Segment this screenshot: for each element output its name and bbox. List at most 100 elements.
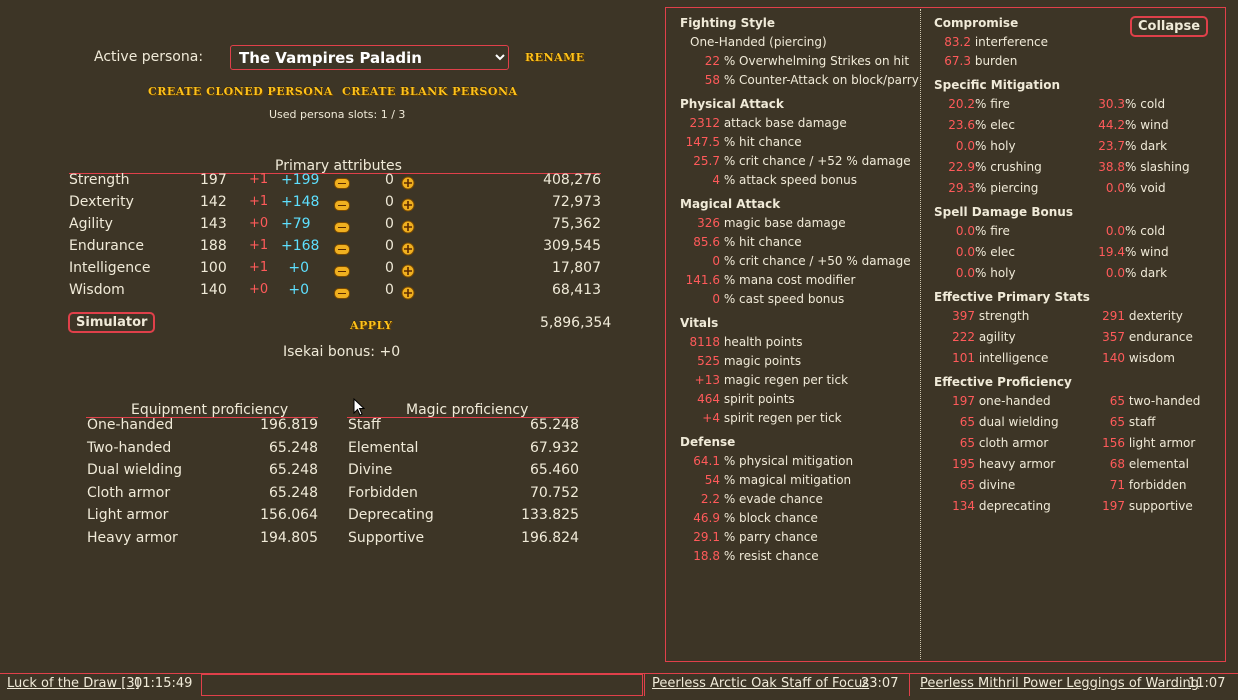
effect-item[interactable]: Luck of the Draw [3] — [7, 676, 140, 691]
persona-label: Active persona: — [94, 49, 204, 65]
attribute-experience: 309,545 — [543, 238, 601, 254]
defense-stat: 46.9 % block chance — [693, 511, 818, 525]
magical-attack-stat: 141.6 % mana cost modifier — [685, 273, 856, 287]
effective-proficiency-stat: 68 elemental — [1109, 457, 1189, 471]
magic-proficiency-row: Elemental 67.932 — [347, 440, 579, 460]
specific-mitigation-heading: Specific Mitigation — [934, 78, 1061, 92]
specific-mitigation-stat: 23.6% elec — [948, 118, 1015, 132]
proficiency-value: 67.932 — [530, 439, 579, 456]
physical-attack-stat: 147.5 % hit chance — [685, 135, 802, 149]
specific-mitigation-stat: 0.0% holy — [955, 139, 1016, 153]
magical-attack-stat: 85.6 % hit chance — [693, 235, 802, 249]
proficiency-name: Two-handed — [87, 439, 172, 456]
proficiency-value: 196.824 — [521, 529, 579, 546]
specific-mitigation-stat: 22.9% crushing — [948, 160, 1042, 174]
increase-attribute-button[interactable] — [401, 242, 415, 256]
spell-damage-bonus-stat: 0.0% cold — [1105, 224, 1166, 238]
persona-select[interactable]: The Vampires Paladin — [230, 45, 509, 70]
create-cloned-persona-button[interactable]: CREATE CLONED PERSONA — [148, 85, 333, 98]
effective-proficiency-stat: 195 heavy armor — [952, 457, 1056, 471]
effective-proficiency-stat: 65 divine — [959, 478, 1016, 492]
attribute-bonus: +0 — [288, 282, 309, 298]
physical-attack-stat: 25.7 % crit chance / +52 % damage — [693, 154, 911, 168]
specific-mitigation-stat: 23.7% dark — [1098, 139, 1168, 153]
magical-attack-stat: 0 % cast speed bonus — [712, 292, 845, 306]
attribute-allocation: 0 — [385, 260, 394, 276]
effective-primary-stats-stat: 222 agility — [952, 330, 1016, 344]
proficiency-value: 133.825 — [521, 507, 579, 523]
effective-proficiency-stat: 197 one-handed — [952, 394, 1051, 408]
attribute-allocation: 0 — [385, 216, 394, 232]
magic-proficiency-row: Supportive 196.824 — [347, 530, 579, 550]
proficiency-name: One-handed — [87, 417, 174, 433]
proficiency-value: 65.248 — [530, 417, 579, 433]
defense-heading: Defense — [680, 435, 736, 449]
magical-attack-stat: 326 magic base damage — [697, 216, 846, 230]
proficiency-name: Forbidden — [348, 484, 418, 501]
effective-primary-stats-stat: 101 intelligence — [952, 351, 1049, 365]
attribute-allocation: 0 — [385, 282, 394, 298]
decrease-attribute-button[interactable] — [334, 222, 350, 233]
fighting-style-value: One-Handed (piercing) — [690, 35, 827, 49]
collapse-button[interactable]: Collapse — [1130, 16, 1209, 37]
proficiency-name: Deprecating — [348, 507, 434, 523]
attribute-allocation: 0 — [385, 238, 394, 254]
decrease-attribute-button[interactable] — [334, 288, 350, 299]
attribute-bonus: +0 — [288, 260, 309, 276]
create-blank-persona-button[interactable]: CREATE BLANK PERSONA — [342, 85, 518, 98]
increase-attribute-button[interactable] — [401, 286, 415, 300]
attribute-row-0: Strength 197 +1 +199 0 408,276 — [69, 172, 609, 192]
attribute-mod: +1 — [249, 260, 269, 275]
decrease-attribute-button[interactable] — [334, 244, 350, 255]
isekai-bonus: Isekai bonus: +0 — [283, 344, 401, 360]
effective-proficiency-stat: 65 staff — [1109, 415, 1156, 429]
proficiency-value: 70.752 — [530, 484, 579, 501]
rename-button[interactable]: RENAME — [525, 51, 585, 64]
effective-proficiency-stat: 65 two-handed — [1109, 394, 1201, 408]
equipped-item-1-timer: 23:07 — [861, 676, 899, 691]
attribute-allocation: 0 — [385, 172, 394, 188]
attribute-base: 100 — [200, 260, 227, 276]
increase-attribute-button[interactable] — [401, 198, 415, 212]
attribute-bonus: +79 — [281, 216, 311, 232]
equipment-proficiency-row: Cloth armor 65.248 — [86, 485, 318, 505]
attribute-mod: +1 — [249, 238, 269, 253]
simulator-button[interactable]: Simulator — [68, 312, 156, 333]
proficiency-name: Staff — [348, 417, 381, 433]
attribute-name: Dexterity — [69, 194, 134, 210]
attribute-mod: +1 — [249, 172, 269, 187]
stats-panel-divider — [920, 9, 921, 659]
attribute-row-3: Endurance 188 +1 +168 0 309,545 — [69, 238, 609, 258]
physical-attack-stat: 4 % attack speed bonus — [712, 173, 858, 187]
effective-primary-stats-stat: 357 endurance — [1102, 330, 1193, 344]
effective-primary-stats-heading: Effective Primary Stats — [934, 290, 1090, 304]
decrease-attribute-button[interactable] — [334, 200, 350, 211]
persona-slots: Used persona slots: 1 / 3 — [269, 108, 406, 121]
fighting-style-stat: 58 % Counter-Attack on block/parry — [704, 73, 919, 87]
increase-attribute-button[interactable] — [401, 264, 415, 278]
attribute-base: 143 — [200, 216, 227, 232]
proficiency-value: 65.248 — [269, 439, 318, 456]
vitals-heading: Vitals — [680, 316, 719, 330]
equipment-proficiency-row: Heavy armor 194.805 — [86, 530, 318, 550]
effective-proficiency-stat: 134 deprecating — [952, 499, 1051, 513]
decrease-attribute-button[interactable] — [334, 266, 350, 277]
effective-proficiency-heading: Effective Proficiency — [934, 375, 1072, 389]
specific-mitigation-stat: 38.8% slashing — [1098, 160, 1190, 174]
compromise-stat: 67.3 burden — [944, 54, 1018, 68]
vitals-stat: 525 magic points — [697, 354, 802, 368]
attribute-allocation: 0 — [385, 194, 394, 210]
vitals-stat: 464 spirit points — [697, 392, 795, 406]
attribute-experience: 75,362 — [552, 216, 601, 232]
specific-mitigation-stat: 0.0% void — [1105, 181, 1166, 195]
equipment-proficiency-row: Light armor 156.064 — [86, 507, 318, 527]
attribute-base: 197 — [200, 172, 227, 188]
equipped-item-2[interactable]: Peerless Mithril Power Leggings of Wardi… — [920, 676, 1199, 691]
status-separator — [644, 674, 645, 696]
decrease-attribute-button[interactable] — [334, 178, 350, 189]
equipped-item-1[interactable]: Peerless Arctic Oak Staff of Focus — [652, 676, 869, 691]
proficiency-value: 196.819 — [260, 417, 318, 433]
apply-button[interactable]: APPLY — [350, 319, 392, 332]
increase-attribute-button[interactable] — [401, 220, 415, 234]
increase-attribute-button[interactable] — [401, 176, 415, 190]
